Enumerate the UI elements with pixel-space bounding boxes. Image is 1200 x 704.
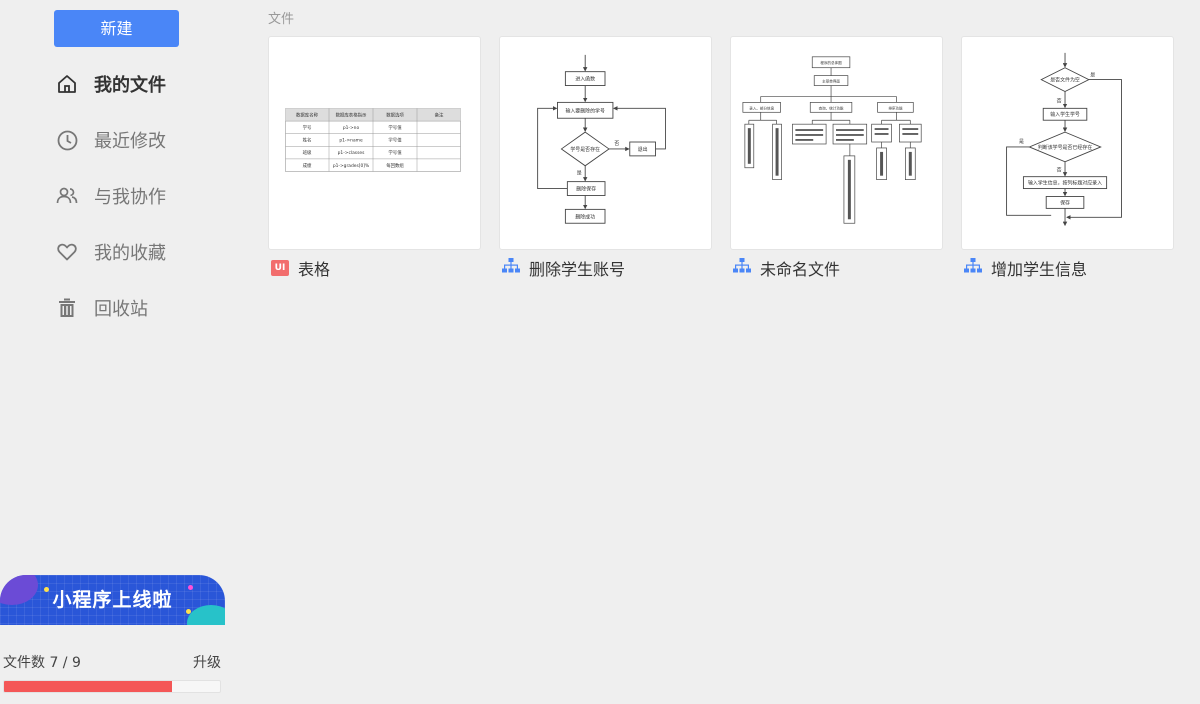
table-preview: 数据库名称 数据库表格指示 数据选项 备注 学号 p1->no 学号值 姓名 p… xyxy=(284,108,461,172)
svg-text:p1->grades[0]%: p1->grades[0]% xyxy=(332,163,368,169)
svg-text:学号是否存在: 学号是否存在 xyxy=(570,146,600,153)
svg-text:删除成功: 删除成功 xyxy=(575,213,595,220)
svg-text:姓名: 姓名 xyxy=(302,137,311,144)
sidebar-nav: 我的文件 最近修改 与我协作 我的收藏 回收站 xyxy=(0,56,232,336)
promo-banner[interactable]: 小程序上线啦 xyxy=(0,575,225,625)
svg-text:主菜单界面: 主菜单界面 xyxy=(822,79,840,84)
clock-icon xyxy=(56,129,78,151)
upgrade-link[interactable]: 升级 xyxy=(193,652,221,672)
svg-text:学号值: 学号值 xyxy=(388,149,402,156)
svg-text:是否文件为空: 是否文件为空 xyxy=(1050,77,1080,84)
file-title: 表格 xyxy=(298,260,331,279)
promo-text: 小程序上线啦 xyxy=(52,589,173,611)
svg-text:否: 否 xyxy=(614,141,619,147)
file-grid: 数据库名称 数据库表格指示 数据选项 备注 学号 p1->no 学号值 姓名 p… xyxy=(268,36,1174,284)
file-card[interactable]: 程序的总体图 主菜单界面 录入、部分信息 查询、统计功能 排序功能 未命名文件 xyxy=(730,36,943,284)
quota-label: 文件数 7 / 9 xyxy=(3,655,81,671)
svg-text:查询、统计功能: 查询、统计功能 xyxy=(819,105,844,110)
file-thumbnail: 数据库名称 数据库表格指示 数据选项 备注 学号 p1->no 学号值 姓名 p… xyxy=(268,36,481,250)
flowchart-icon xyxy=(733,258,751,278)
file-card[interactable]: 数据库名称 数据库表格指示 数据选项 备注 学号 p1->no 学号值 姓名 p… xyxy=(268,36,481,284)
flowchart-preview: 进入函数 输入要删除的学号 学号是否存在 退出 删除保存 删除成功 否 是 xyxy=(537,54,666,224)
svg-text:数据库名称: 数据库名称 xyxy=(296,112,319,119)
svg-text:数据库表格指示: 数据库表格指示 xyxy=(335,112,366,119)
section-title: 文件 xyxy=(268,12,295,27)
svg-text:进入函数: 进入函数 xyxy=(575,76,595,83)
svg-text:是: 是 xyxy=(577,171,582,177)
svg-text:备注: 备注 xyxy=(434,112,443,119)
file-thumbnail: 程序的总体图 主菜单界面 录入、部分信息 查询、统计功能 排序功能 xyxy=(730,36,943,250)
svg-text:输入学生信息，按列标题对应录入: 输入学生信息，按列标题对应录入 xyxy=(1028,180,1102,187)
sidebar-item-favorites[interactable]: 我的收藏 xyxy=(0,224,232,280)
file-title: 未命名文件 xyxy=(760,260,841,279)
file-thumbnail: 是否文件为空 输入学生学号 判断该学号是否已经存在 输入学生信息，按列标题对应录… xyxy=(961,36,1174,250)
new-file-button[interactable]: 新建 xyxy=(54,10,179,47)
sidebar-item-shared[interactable]: 与我协作 xyxy=(0,168,232,224)
ui-icon: UI xyxy=(271,260,289,276)
svg-text:学号: 学号 xyxy=(302,124,311,131)
sidebar-item-recent[interactable]: 最近修改 xyxy=(0,112,232,168)
quota-progress-fill xyxy=(4,681,172,692)
svg-text:删除保存: 删除保存 xyxy=(576,186,596,193)
svg-text:排序功能: 排序功能 xyxy=(888,105,903,110)
home-icon xyxy=(56,73,78,95)
svg-text:是: 是 xyxy=(1090,73,1095,79)
file-title: 删除学生账号 xyxy=(529,260,626,279)
svg-text:录入、部分信息: 录入、部分信息 xyxy=(749,105,774,110)
trash-icon xyxy=(56,297,78,319)
sidebar-item-label: 回收站 xyxy=(94,299,148,320)
svg-text:输入学生学号: 输入学生学号 xyxy=(1050,111,1080,118)
svg-text:否: 否 xyxy=(1057,98,1062,104)
sidebar-item-label: 最近修改 xyxy=(94,131,166,152)
quota-progress-bar xyxy=(3,680,221,693)
svg-text:成绩: 成绩 xyxy=(302,162,311,169)
svg-text:p1->classes: p1->classes xyxy=(337,150,364,156)
sidebar-item-label: 与我协作 xyxy=(94,187,166,208)
svg-text:p1->name: p1->name xyxy=(339,138,363,144)
flowchart-icon xyxy=(964,258,982,278)
file-thumbnail: 进入函数 输入要删除的学号 学号是否存在 退出 删除保存 删除成功 否 是 xyxy=(499,36,712,250)
sidebar-item-trash[interactable]: 回收站 xyxy=(0,280,232,336)
svg-text:程序的总体图: 程序的总体图 xyxy=(820,60,842,65)
heart-icon xyxy=(56,241,78,263)
svg-text:是: 是 xyxy=(1019,139,1024,145)
svg-text:否: 否 xyxy=(1057,168,1062,174)
svg-text:退出: 退出 xyxy=(638,146,648,153)
tree-preview: 程序的总体图 主菜单界面 录入、部分信息 查询、统计功能 排序功能 xyxy=(742,56,922,224)
sidebar-item-label: 我的文件 xyxy=(94,75,166,96)
svg-text:学号值: 学号值 xyxy=(388,124,402,131)
svg-text:数据选项: 数据选项 xyxy=(386,112,404,119)
sidebar-item-my-files[interactable]: 我的文件 xyxy=(0,56,232,112)
svg-text:班级: 班级 xyxy=(302,149,311,156)
svg-text:学号值: 学号值 xyxy=(388,137,402,144)
svg-text:每回数组: 每回数组 xyxy=(386,162,404,169)
svg-text:p1->no: p1->no xyxy=(342,125,359,131)
flowchart-preview: 是否文件为空 输入学生学号 判断该学号是否已经存在 输入学生信息，按列标题对应录… xyxy=(1006,52,1122,227)
flowchart-icon xyxy=(502,258,520,278)
svg-text:判断该学号是否已经存在: 判断该学号是否已经存在 xyxy=(1038,144,1092,151)
sidebar: 新建 我的文件 最近修改 与我协作 我的收藏 回收站 小程序上线啦 文件数 7 … xyxy=(0,0,232,704)
users-icon xyxy=(56,185,78,207)
svg-text:输入要删除的学号: 输入要删除的学号 xyxy=(565,107,605,114)
file-quota: 文件数 7 / 9 升级 xyxy=(3,652,221,693)
file-card[interactable]: 进入函数 输入要删除的学号 学号是否存在 退出 删除保存 删除成功 否 是 删除… xyxy=(499,36,712,284)
sidebar-item-label: 我的收藏 xyxy=(94,243,166,264)
svg-text:保存: 保存 xyxy=(1060,199,1070,206)
file-title: 增加学生信息 xyxy=(991,260,1088,279)
file-card[interactable]: 是否文件为空 输入学生学号 判断该学号是否已经存在 输入学生信息，按列标题对应录… xyxy=(961,36,1174,284)
